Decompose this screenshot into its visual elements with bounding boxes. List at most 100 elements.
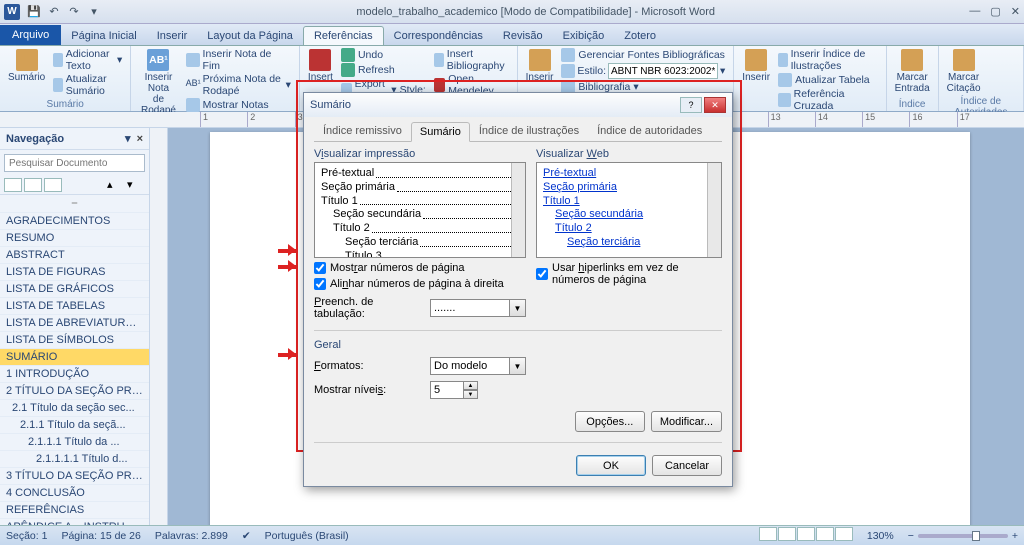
nav-dropdown-icon[interactable]: ▾ bbox=[125, 132, 131, 145]
print-preview-box: Pré-textual1Seção primária1Título 11Seçã… bbox=[314, 162, 526, 258]
minimize-icon[interactable]: — bbox=[969, 5, 980, 18]
mendeley-insert-button[interactable]: Insert bbox=[306, 48, 335, 84]
nav-item[interactable]: LISTA DE GRÁFICOS bbox=[0, 281, 149, 298]
nav-item[interactable]: ABSTRACT bbox=[0, 247, 149, 264]
levels-label: Mostrar níveis: bbox=[314, 384, 424, 396]
status-section[interactable]: Seção: 1 bbox=[6, 530, 47, 542]
ruler-vertical[interactable] bbox=[150, 128, 168, 525]
nav-search-input[interactable] bbox=[4, 154, 145, 172]
zoom-slider[interactable]: −+ bbox=[908, 530, 1018, 542]
dialog-close-icon[interactable]: ✕ bbox=[704, 97, 726, 113]
nav-item[interactable]: LISTA DE SÍMBOLOS bbox=[0, 332, 149, 349]
sumario-button[interactable]: Sumário bbox=[6, 48, 47, 84]
sumario-dialog: Sumário ? ✕ Índice remissivo Sumário Índ… bbox=[303, 92, 733, 487]
tab-inserir[interactable]: Inserir bbox=[147, 27, 198, 45]
redo-icon[interactable]: ↷ bbox=[66, 4, 82, 20]
dialog-help-icon[interactable]: ? bbox=[680, 97, 702, 113]
insert-bibliography-button[interactable]: Insert Bibliography bbox=[432, 48, 511, 72]
close-icon[interactable]: ✕ bbox=[1011, 5, 1020, 18]
marcar-citacao-button[interactable]: Marcar Citação bbox=[945, 48, 983, 95]
nav-down-icon[interactable]: ▾ bbox=[127, 178, 145, 192]
nav-view-pages[interactable] bbox=[24, 178, 42, 192]
ok-button[interactable]: OK bbox=[576, 455, 646, 476]
status-language[interactable]: Português (Brasil) bbox=[265, 530, 349, 542]
undo-icon[interactable]: ↶ bbox=[46, 4, 62, 20]
atualizar-tabela-button[interactable]: Atualizar Tabela bbox=[776, 73, 880, 87]
inserir-legenda-button[interactable]: Inserir bbox=[740, 48, 772, 84]
inserir-nota-rodape-button[interactable]: AB¹Inserir Nota de Rodapé bbox=[137, 48, 179, 117]
nav-item[interactable]: 1 INTRODUÇÃO bbox=[0, 366, 149, 383]
callout-arrow-3 bbox=[278, 348, 302, 360]
chk-align-right-label: Alinhar números de página à direita bbox=[330, 278, 504, 290]
nav-item[interactable]: 2.1.1.1 Título da ... bbox=[0, 434, 149, 451]
maximize-icon[interactable]: ▢ bbox=[990, 5, 1000, 18]
nav-view-results[interactable] bbox=[44, 178, 62, 192]
chk-show-page-numbers[interactable] bbox=[314, 262, 326, 274]
print-preview-label: Visualizar impressão bbox=[314, 148, 526, 160]
callout-arrow-1 bbox=[278, 244, 302, 256]
chk-use-hyperlinks[interactable] bbox=[536, 268, 548, 280]
nav-item[interactable]: REFERÊNCIAS bbox=[0, 502, 149, 519]
nav-item[interactable]: SUMÁRIO bbox=[0, 349, 149, 366]
estilo-citacao-select[interactable]: Estilo:▾ bbox=[559, 63, 727, 79]
nav-up-icon[interactable]: ▴ bbox=[107, 178, 125, 192]
dtab-sumario[interactable]: Sumário bbox=[411, 122, 470, 142]
proxima-nota-button[interactable]: AB¹Próxima Nota de Rodapé ▾ bbox=[184, 73, 293, 97]
modify-button[interactable]: Modificar... bbox=[651, 411, 722, 432]
tab-layout[interactable]: Layout da Página bbox=[197, 27, 303, 45]
nav-item[interactable]: LISTA DE ABREVIATURAS E... bbox=[0, 315, 149, 332]
nav-headings-list: AGRADECIMENTOSRESUMOABSTRACTLISTA DE FIG… bbox=[0, 213, 149, 525]
nav-item[interactable]: 2.1 Título da seção sec... bbox=[0, 400, 149, 417]
nav-item[interactable]: 2.1.1 Título da seçã... bbox=[0, 417, 149, 434]
status-proofing-icon[interactable]: ✔ bbox=[242, 530, 251, 542]
nav-item[interactable]: LISTA DE FIGURAS bbox=[0, 264, 149, 281]
view-buttons[interactable] bbox=[758, 527, 853, 544]
nav-item[interactable]: 3 TÍTULO DA SEÇÃO PRIM... bbox=[0, 468, 149, 485]
web-preview-box: Pré-textualSeção primáriaTítulo 1Seção s… bbox=[536, 162, 722, 258]
web-preview-label: Visualizar Web bbox=[536, 148, 722, 160]
general-section-label: Geral bbox=[314, 339, 722, 351]
levels-spinner[interactable]: ▲▼ bbox=[430, 381, 478, 399]
inserir-nota-fim-button[interactable]: Inserir Nota de Fim bbox=[184, 48, 293, 72]
nav-view-headings[interactable] bbox=[4, 178, 22, 192]
tab-referencias[interactable]: Referências bbox=[303, 26, 384, 45]
tab-exibicao[interactable]: Exibição bbox=[553, 27, 615, 45]
mendeley-refresh-button[interactable]: Refresh bbox=[339, 63, 428, 77]
nav-item[interactable]: 2 TÍTULO DA SEÇÃO PRIM... bbox=[0, 383, 149, 400]
nav-item[interactable]: LISTA DE TABELAS bbox=[0, 298, 149, 315]
status-words[interactable]: Palavras: 2.899 bbox=[155, 530, 228, 542]
tab-correspondencias[interactable]: Correspondências bbox=[384, 27, 493, 45]
chk-align-right[interactable] bbox=[314, 278, 326, 290]
dtab-indice-ilustracoes[interactable]: Índice de ilustrações bbox=[470, 121, 588, 141]
mostrar-notas-button[interactable]: Mostrar Notas bbox=[184, 98, 293, 112]
gerenciar-fontes-button[interactable]: Gerenciar Fontes Bibliográficas bbox=[559, 48, 727, 62]
tab-revisao[interactable]: Revisão bbox=[493, 27, 553, 45]
options-button[interactable]: Opções... bbox=[575, 411, 645, 432]
dtab-indice-remissivo[interactable]: Índice remissivo bbox=[314, 121, 411, 141]
indice-ilustracoes-button[interactable]: Inserir Índice de Ilustrações bbox=[776, 48, 880, 72]
dtab-indice-autoridades[interactable]: Índice de autoridades bbox=[588, 121, 711, 141]
zoom-level[interactable]: 130% bbox=[867, 530, 894, 542]
nav-item[interactable]: 2.1.1.1.1 Título d... bbox=[0, 451, 149, 468]
chk-use-hyperlinks-label: Usar hiperlinks em vez de números de pág… bbox=[552, 262, 722, 286]
formats-combo[interactable]: ▼ bbox=[430, 357, 526, 375]
nav-close-icon[interactable]: × bbox=[137, 133, 143, 145]
tab-arquivo[interactable]: Arquivo bbox=[0, 25, 61, 45]
tab-pagina-inicial[interactable]: Página Inicial bbox=[61, 27, 146, 45]
adicionar-texto-button[interactable]: Adicionar Texto ▾ bbox=[51, 48, 124, 72]
referencia-cruzada-button[interactable]: Referência Cruzada bbox=[776, 88, 880, 112]
cancel-button[interactable]: Cancelar bbox=[652, 455, 722, 476]
tab-leader-combo[interactable]: ▼ bbox=[430, 299, 526, 317]
nav-item[interactable]: RESUMO bbox=[0, 230, 149, 247]
tab-zotero[interactable]: Zotero bbox=[614, 27, 666, 45]
mendeley-undo-button[interactable]: Undo bbox=[339, 48, 428, 62]
formats-label: Formatos: bbox=[314, 360, 424, 372]
marcar-entrada-button[interactable]: Marcar Entrada bbox=[893, 48, 932, 95]
status-page[interactable]: Página: 15 de 26 bbox=[61, 530, 140, 542]
nav-item[interactable]: 4 CONCLUSÃO bbox=[0, 485, 149, 502]
atualizar-sumario-button[interactable]: Atualizar Sumário bbox=[51, 73, 124, 97]
nav-item[interactable]: AGRADECIMENTOS bbox=[0, 213, 149, 230]
inserir-citacao-button[interactable]: Inserir bbox=[524, 48, 556, 84]
qat-dropdown-icon[interactable]: ▾ bbox=[86, 4, 102, 20]
save-icon[interactable]: 💾 bbox=[26, 4, 42, 20]
